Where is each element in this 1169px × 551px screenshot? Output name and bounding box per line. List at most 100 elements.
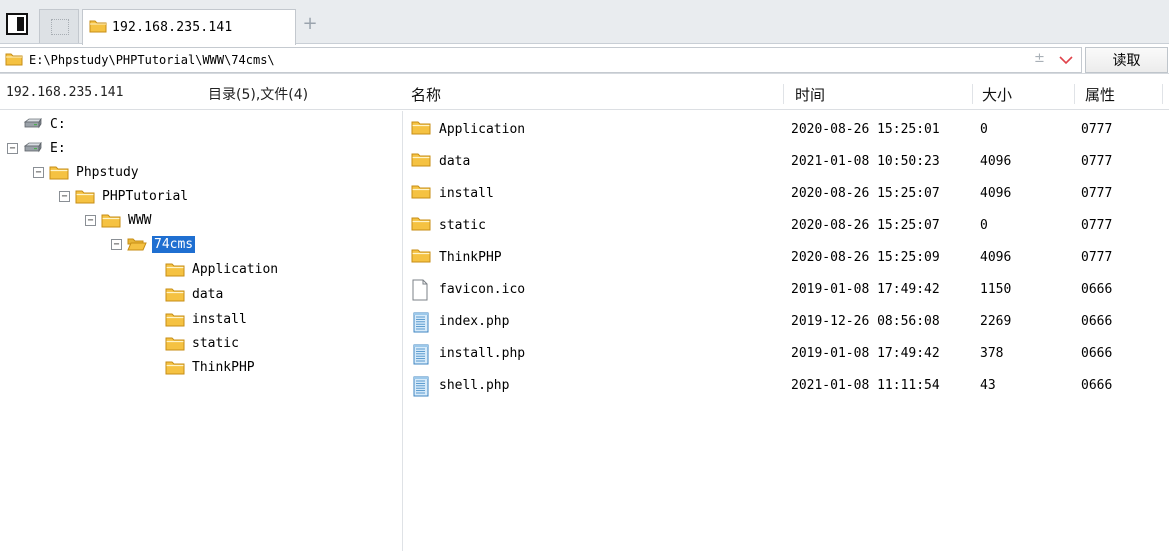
file-permission: 0777 (1081, 249, 1113, 265)
column-divider[interactable] (1162, 84, 1163, 104)
file-name: shell.php (439, 377, 510, 393)
path-input[interactable]: E:\Phpstudy\PHPTutorial\WWW\74cms\ (0, 47, 1082, 73)
file-name: index.php (439, 313, 510, 329)
file-size: 4096 (980, 185, 1012, 201)
file-row[interactable]: data 2021-01-08 10:50:23 4096 0777 (404, 147, 1169, 175)
file-time: 2019-12-26 08:56:08 (791, 313, 940, 329)
tree-node[interactable]: − E: (7, 138, 68, 158)
file-permission: 0777 (1081, 121, 1113, 137)
file-permission: 0666 (1081, 377, 1113, 393)
collapse-toggle-icon[interactable]: − (33, 166, 44, 178)
file-size: 2269 (980, 313, 1012, 329)
column-header-time[interactable]: 时间 (795, 84, 825, 105)
file-time: 2019-01-08 17:49:42 (791, 345, 940, 361)
tree-node[interactable]: − WWW (85, 210, 153, 230)
column-divider[interactable] (783, 84, 784, 104)
folder-icon (101, 212, 121, 228)
collapse-toggle-icon[interactable]: − (59, 190, 70, 202)
file-size: 0 (980, 217, 988, 233)
file-time: 2020-08-26 15:25:07 (791, 217, 940, 233)
file-permission: 0777 (1081, 185, 1113, 201)
column-header-perm[interactable]: 属性 (1085, 84, 1115, 105)
collapse-toggle-icon[interactable]: − (7, 142, 18, 154)
tree-node-label: data (192, 286, 224, 302)
file-time: 2019-01-08 17:49:42 (791, 281, 940, 297)
file-time: 2021-01-08 10:50:23 (791, 153, 940, 169)
tree-node-label: WWW (128, 212, 152, 228)
tree-node[interactable]: C: (7, 114, 68, 134)
file-row[interactable]: shell.php 2021-01-08 11:11:54 43 0666 (404, 371, 1169, 399)
text-file-icon (411, 343, 431, 365)
file-permission: 0777 (1081, 217, 1113, 233)
tree-node-label: ThinkPHP (192, 359, 255, 375)
tree-node-label: Phpstudy (76, 164, 139, 180)
list-header: 192.168.235.141 目录(5),文件(4) 名称 时间 大小 属性 (0, 76, 1169, 110)
tree-node[interactable]: Application (149, 259, 280, 279)
folder-icon (165, 311, 185, 327)
tab-remote-host[interactable]: 192.168.235.141 (82, 9, 296, 45)
tree-node[interactable]: − PHPTutorial (59, 186, 190, 206)
file-size: 1150 (980, 281, 1012, 297)
file-row[interactable]: Application 2020-08-26 15:25:01 0 0777 (404, 115, 1169, 143)
tree-node[interactable]: static (149, 333, 241, 353)
file-name: install.php (439, 345, 526, 361)
file-row[interactable]: favicon.ico 2019-01-08 17:49:42 1150 0666 (404, 275, 1169, 303)
folder-icon (75, 188, 95, 204)
read-button[interactable]: 读取 (1085, 47, 1168, 73)
tree-node[interactable]: ThinkPHP (149, 357, 257, 377)
text-file-icon (411, 311, 431, 333)
file-size: 0 (980, 121, 988, 137)
column-divider[interactable] (972, 84, 973, 104)
drive-icon (23, 142, 43, 154)
folder-open-icon (127, 236, 147, 252)
file-row[interactable]: install.php 2019-01-08 17:49:42 378 0666 (404, 339, 1169, 367)
folder-icon (5, 51, 23, 70)
file-row[interactable]: index.php 2019-12-26 08:56:08 2269 0666 (404, 307, 1169, 335)
path-bar: E:\Phpstudy\PHPTutorial\WWW\74cms\ ± 读取 (0, 46, 1169, 74)
tree-node-label: PHPTutorial (102, 188, 189, 204)
chevron-down-icon[interactable] (1058, 54, 1074, 66)
file-name: ThinkPHP (439, 249, 502, 265)
file-name: Application (439, 121, 526, 137)
file-name: data (439, 153, 471, 169)
tab-bar: 192.168.235.141 + (0, 0, 1169, 45)
file-icon (411, 279, 429, 301)
text-file-icon (411, 375, 431, 397)
add-tab-icon[interactable]: + (301, 15, 319, 33)
folder-icon (411, 183, 431, 199)
folder-icon (89, 18, 107, 37)
file-row[interactable]: static 2020-08-26 15:25:07 0 0777 (404, 211, 1169, 239)
column-header-name[interactable]: 名称 (411, 84, 441, 105)
file-size: 4096 (980, 153, 1012, 169)
directory-tree: C: − E: − Phpstudy − PHPTutorial − WWW −74cms Appl… (0, 111, 403, 551)
tree-node-label: E: (50, 140, 66, 156)
file-row[interactable]: install 2020-08-26 15:25:07 4096 0777 (404, 179, 1169, 207)
plus-minus-icon[interactable]: ± (1034, 48, 1045, 70)
column-divider[interactable] (1074, 84, 1075, 104)
tree-node-label: C: (50, 116, 66, 132)
host-label: 192.168.235.141 (6, 85, 124, 100)
folder-icon (411, 215, 431, 231)
collapse-toggle-icon[interactable]: − (111, 238, 122, 250)
tree-node[interactable]: data (149, 284, 225, 304)
folder-icon (165, 286, 185, 302)
tree-node-label: 74cms (152, 235, 196, 253)
file-time: 2020-08-26 15:25:01 (791, 121, 940, 137)
file-size: 4096 (980, 249, 1012, 265)
tree-node[interactable]: − 74cms (111, 234, 196, 254)
tab-blank[interactable] (39, 9, 79, 43)
file-row[interactable]: ThinkPHP 2020-08-26 15:25:09 4096 0777 (404, 243, 1169, 271)
tab-label: 192.168.235.141 (112, 20, 233, 35)
tree-node-label: Application (192, 261, 279, 277)
folder-icon (49, 164, 69, 180)
collapse-toggle-icon[interactable]: − (85, 214, 96, 226)
file-permission: 0666 (1081, 313, 1113, 329)
column-header-size[interactable]: 大小 (982, 84, 1012, 105)
file-name: install (439, 185, 494, 201)
folder-icon (165, 335, 185, 351)
tree-node[interactable]: install (149, 309, 249, 329)
tree-node[interactable]: − Phpstudy (33, 162, 141, 182)
file-time: 2020-08-26 15:25:07 (791, 185, 940, 201)
panel-toggle-icon[interactable] (6, 13, 28, 35)
file-permission: 0777 (1081, 153, 1113, 169)
